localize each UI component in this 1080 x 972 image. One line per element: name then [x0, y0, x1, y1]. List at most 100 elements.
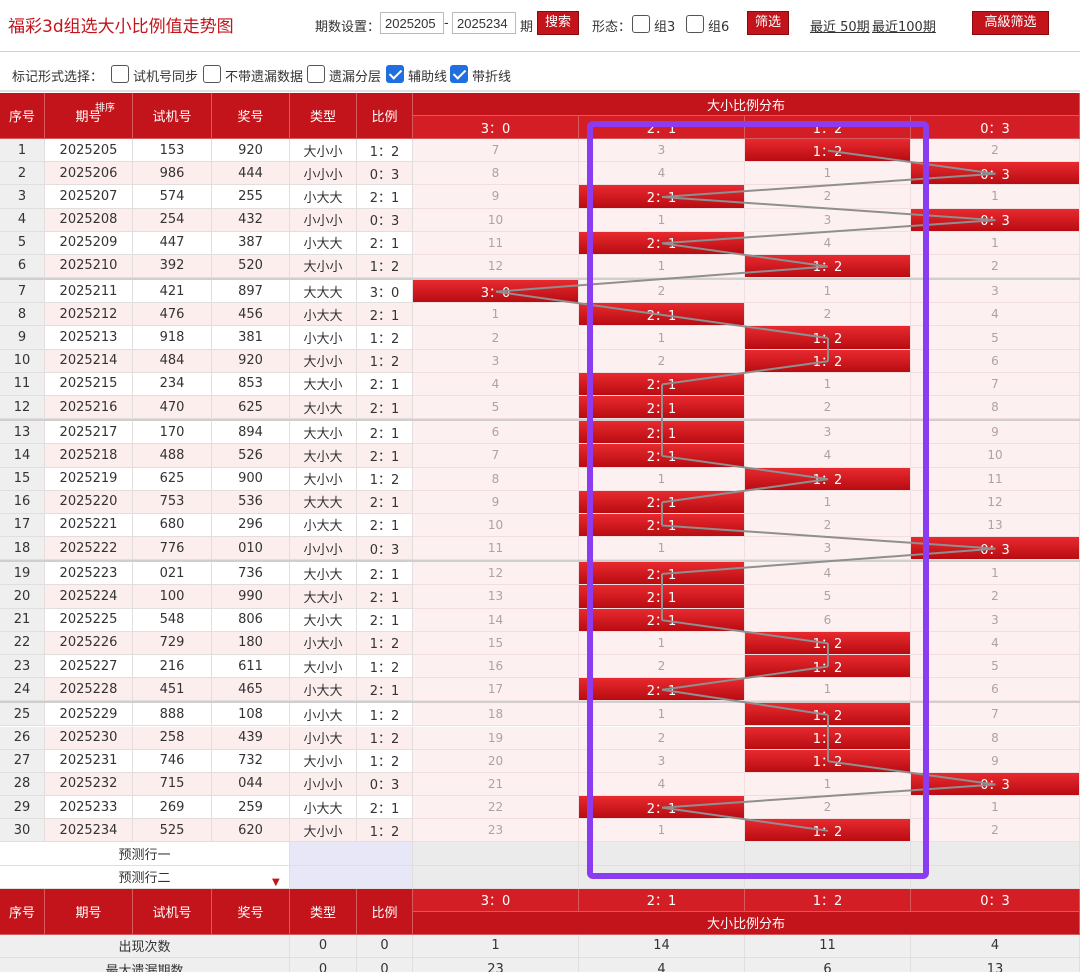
- filter-button[interactable]: 筛选: [747, 11, 790, 35]
- predict-cell[interactable]: [413, 842, 579, 866]
- row-cell-seq: 8: [0, 303, 45, 327]
- start-issue-input[interactable]: [380, 12, 444, 34]
- stat-value: 1: [413, 934, 579, 958]
- row-cell-seq: 21: [0, 608, 45, 632]
- row-cell-type: 小大大: [290, 678, 357, 702]
- dist-omission-cell: 3: [911, 608, 1080, 632]
- option-checkbox-polyline[interactable]: [450, 65, 468, 83]
- row-cell-seq: 25: [0, 703, 45, 727]
- dist-omission-cell: 1: [745, 490, 911, 514]
- row-cell-issue: 2025207: [45, 185, 133, 209]
- scroll-down-arrow-icon[interactable]: ▼: [272, 877, 280, 888]
- predict-cell[interactable]: [579, 842, 745, 866]
- dist-omission-cell: 15: [413, 631, 579, 655]
- dist-omission-cell: 3: [579, 749, 745, 773]
- footer-dist-col-3: 0：3: [911, 888, 1080, 912]
- dist-omission-cell: 6: [413, 421, 579, 445]
- row-cell-ratio: 0：3: [357, 772, 413, 797]
- predict-cell[interactable]: [579, 865, 745, 889]
- group3-label: 组3: [654, 20, 676, 35]
- option-checkbox-guide-line[interactable]: [386, 65, 404, 83]
- recent-100-link[interactable]: 最近100期: [872, 16, 936, 35]
- dist-omission-cell: 20: [413, 749, 579, 773]
- predict-row-label[interactable]: 预测行一: [0, 842, 290, 866]
- search-button[interactable]: 搜索: [537, 11, 580, 35]
- recent-50-link[interactable]: 最近 50期: [810, 16, 870, 35]
- dist-omission-cell: 2: [745, 395, 911, 420]
- row-cell-issue: 2025220: [45, 490, 133, 514]
- sort-button[interactable]: 排序: [90, 99, 120, 114]
- header-seq: 序号: [0, 93, 45, 139]
- stat-type: 0: [290, 934, 357, 958]
- option-label-no-omission: 不带遗漏数据: [225, 70, 304, 85]
- row-cell-seq: 28: [0, 772, 45, 797]
- row-cell-type: 小小大: [290, 703, 357, 727]
- row-cell-type: 大小大: [290, 608, 357, 632]
- predict-cell[interactable]: [911, 842, 1080, 866]
- dist-omission-cell: 4: [911, 303, 1080, 327]
- option-label-trial-sync: 试机号同步: [133, 70, 199, 85]
- stat-type: 0: [290, 957, 357, 972]
- dist-omission-cell: 22: [413, 796, 579, 820]
- predict-row-input[interactable]: [290, 865, 413, 889]
- group6-checkbox[interactable]: [686, 15, 704, 33]
- row-cell-ratio: 1：2: [357, 654, 413, 679]
- row-cell-prize: 920: [212, 349, 290, 373]
- predict-cell[interactable]: [745, 865, 911, 889]
- footer-header-type: 类型: [290, 888, 357, 935]
- dist-hit-cell: 2：1: [579, 490, 745, 514]
- row-cell-prize: 432: [212, 208, 290, 232]
- row-cell-ratio: 3：0: [357, 280, 413, 304]
- dist-omission-cell: 6: [745, 608, 911, 632]
- row-cell-trial: 715: [133, 772, 212, 797]
- header-dist-title: 大小比例分布: [413, 93, 1080, 116]
- end-issue-input[interactable]: [452, 12, 516, 34]
- option-checkbox-trial-sync[interactable]: [111, 65, 129, 83]
- row-cell-issue: 2025223: [45, 562, 133, 586]
- group3-checkbox[interactable]: [632, 15, 650, 33]
- predict-cell[interactable]: [911, 865, 1080, 889]
- row-cell-issue: 2025216: [45, 395, 133, 420]
- dist-omission-cell: 1: [745, 162, 911, 186]
- row-cell-seq: 17: [0, 513, 45, 538]
- row-cell-seq: 24: [0, 678, 45, 702]
- header-ratio: 比例: [357, 93, 413, 139]
- row-cell-trial: 484: [133, 349, 212, 373]
- row-cell-type: 小小小: [290, 772, 357, 797]
- dist-omission-cell: 10: [911, 444, 1080, 468]
- row-cell-trial: 574: [133, 185, 212, 209]
- advanced-filter-button[interactable]: 高級筛选: [972, 11, 1049, 35]
- dist-omission-cell: 23: [413, 819, 579, 843]
- predict-cell[interactable]: [745, 842, 911, 866]
- row-cell-prize: 900: [212, 467, 290, 491]
- header-dist-col-2: 1：2: [745, 116, 911, 139]
- row-cell-issue: 2025234: [45, 819, 133, 843]
- dist-omission-cell: 1: [745, 372, 911, 396]
- predict-row-input[interactable]: [290, 842, 413, 866]
- option-checkbox-no-omission[interactable]: [203, 65, 221, 83]
- footer-dist-col-1: 2：1: [579, 888, 745, 912]
- trend-chart-page: 福彩3d组选大小比例值走势图 期数设置： - 期 搜索 形态： 组3 组6 筛选…: [0, 0, 1080, 972]
- dist-omission-cell: 3: [413, 349, 579, 373]
- row-cell-issue: 2025230: [45, 726, 133, 750]
- header-prize: 奖号: [212, 93, 290, 139]
- dist-omission-cell: 1: [579, 537, 745, 561]
- row-cell-issue: 2025232: [45, 772, 133, 797]
- row-cell-seq: 2: [0, 162, 45, 186]
- predict-cell[interactable]: [413, 865, 579, 889]
- dist-omission-cell: 13: [911, 513, 1080, 538]
- row-cell-type: 小大大: [290, 303, 357, 327]
- dist-omission-cell: 2: [911, 585, 1080, 609]
- row-cell-seq: 23: [0, 654, 45, 679]
- row-cell-type: 大小小: [290, 467, 357, 491]
- row-cell-seq: 13: [0, 421, 45, 445]
- row-cell-seq: 9: [0, 326, 45, 350]
- predict-row-label[interactable]: 预测行二: [0, 865, 290, 889]
- period-label: 期数设置：: [315, 20, 381, 35]
- dist-omission-cell: 1: [911, 562, 1080, 586]
- row-cell-seq: 22: [0, 631, 45, 655]
- option-checkbox-omission-layer[interactable]: [307, 65, 325, 83]
- dist-omission-cell: 2: [579, 654, 745, 679]
- row-cell-trial: 680: [133, 513, 212, 538]
- row-cell-trial: 153: [133, 139, 212, 163]
